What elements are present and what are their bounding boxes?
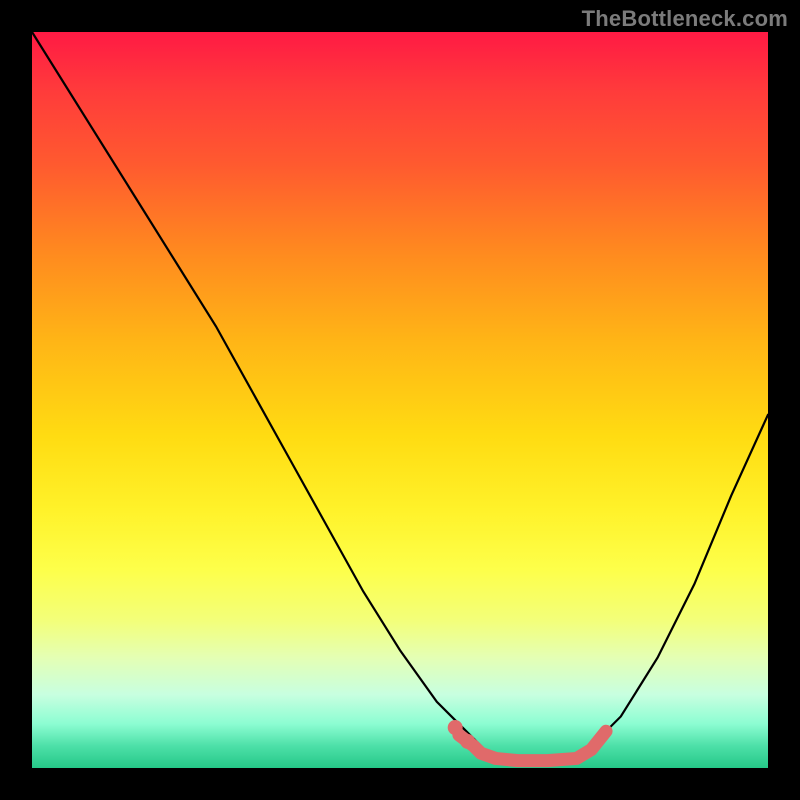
watermark-text: TheBottleneck.com (582, 6, 788, 32)
highlight-dot (448, 720, 463, 735)
chart-frame: TheBottleneck.com (0, 0, 800, 800)
chart-svg (32, 32, 768, 768)
bottleneck-curve (32, 32, 768, 761)
highlight-dot (460, 734, 475, 749)
optimal-range-highlight (459, 731, 606, 760)
